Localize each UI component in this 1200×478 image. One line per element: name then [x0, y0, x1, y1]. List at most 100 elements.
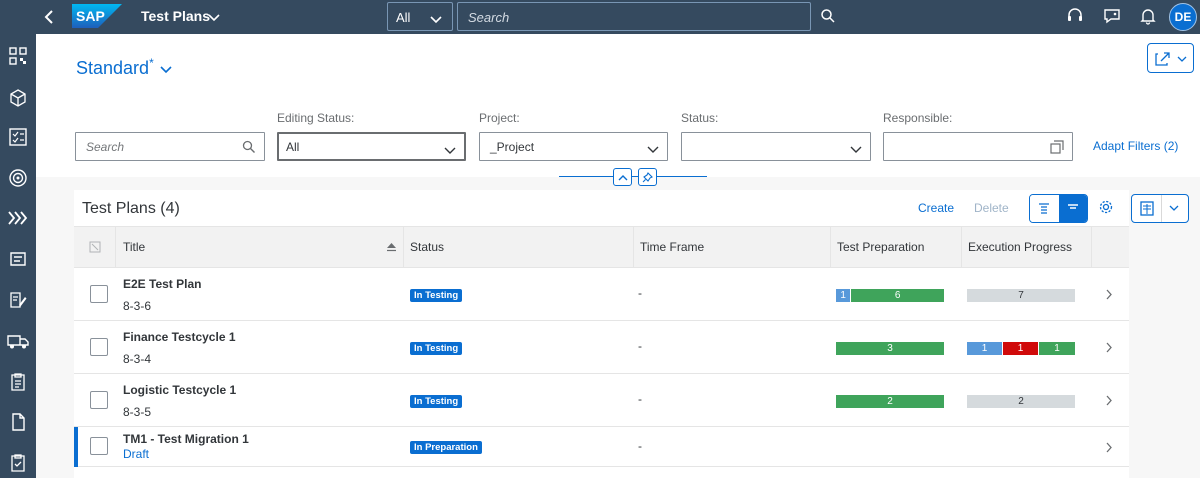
- column-status[interactable]: Status: [404, 227, 634, 267]
- chevron-down-icon: [444, 143, 456, 158]
- value-help-icon[interactable]: [1050, 140, 1064, 157]
- collapse-header-button[interactable]: [613, 168, 632, 186]
- checklist-icon[interactable]: [6, 125, 30, 149]
- table-row[interactable]: Finance Testcycle 1 8-3-4 In Testing -3 1 1 1: [74, 321, 1129, 374]
- prep-bar-segment: 1: [836, 289, 852, 302]
- table-header: Title Status Time Frame Test Preparation…: [74, 226, 1129, 268]
- prep-bar: 16: [836, 289, 944, 302]
- exec-bar: 2: [967, 395, 1075, 408]
- shell-search-input[interactable]: Search: [457, 2, 811, 31]
- row-title: Finance Testcycle 1: [123, 330, 236, 344]
- row-id: 8-3-5: [123, 405, 152, 419]
- share-button[interactable]: [1147, 43, 1194, 73]
- bell-icon[interactable]: [1139, 7, 1157, 28]
- process-chevrons-icon[interactable]: [6, 206, 30, 230]
- chevron-right-icon[interactable]: [1105, 341, 1113, 356]
- time-frame: -: [638, 286, 642, 300]
- export-button[interactable]: [1131, 194, 1189, 223]
- chevron-down-icon: [647, 142, 659, 157]
- prep-bar: 3: [836, 342, 944, 355]
- receipt-icon[interactable]: [6, 247, 30, 271]
- row-checkbox[interactable]: [90, 338, 108, 356]
- pin-icon: [642, 171, 653, 182]
- collapse-rows-button[interactable]: [1058, 195, 1087, 222]
- column-test-preparation[interactable]: Test Preparation: [831, 227, 962, 267]
- exec-bar-segment: 1: [1039, 342, 1075, 355]
- status-badge: In Testing: [410, 342, 463, 355]
- app-title[interactable]: Test Plans: [141, 8, 210, 24]
- row-checkbox[interactable]: [90, 391, 108, 409]
- row-id: 8-3-4: [123, 352, 152, 366]
- chevron-right-icon[interactable]: [1105, 394, 1113, 409]
- table-row[interactable]: E2E Test Plan 8-3-6 In Testing - 1 6 7: [74, 268, 1129, 321]
- back-button[interactable]: [38, 6, 60, 28]
- editing-status-label: Editing Status:: [277, 111, 355, 125]
- project-label: Project:: [479, 111, 520, 125]
- table-row[interactable]: TM1 - Test Migration 1 Draft In Preparatio…: [74, 427, 1129, 467]
- edit-document-icon[interactable]: [6, 288, 30, 312]
- svg-text:SAP: SAP: [76, 8, 105, 24]
- clipboard-icon[interactable]: [6, 370, 30, 394]
- chevron-down-icon[interactable]: [160, 62, 172, 77]
- row-checkbox[interactable]: [90, 437, 108, 455]
- adapt-filters-link[interactable]: Adapt Filters (2): [1093, 139, 1178, 153]
- column-time-frame[interactable]: Time Frame: [634, 227, 831, 267]
- chevron-right-icon[interactable]: [1105, 288, 1113, 303]
- exec-bar: 7: [967, 289, 1075, 302]
- search-icon[interactable]: [820, 8, 836, 27]
- avatar[interactable]: DE: [1169, 3, 1197, 31]
- sap-logo[interactable]: SAP: [72, 4, 122, 28]
- prep-bar-segment: 2: [836, 395, 944, 408]
- draft-link[interactable]: Draft: [123, 447, 149, 461]
- select-all-icon: [89, 241, 100, 253]
- exec-bar-segment: 1: [1003, 342, 1039, 355]
- filter-header: Standard* Editing Status: Project: Statu…: [36, 34, 1200, 186]
- search-icon[interactable]: [242, 140, 256, 157]
- cube-icon[interactable]: [6, 86, 30, 110]
- responsible-label: Responsible:: [883, 111, 953, 125]
- chevron-up-icon: [618, 174, 627, 180]
- pin-header-button[interactable]: [638, 168, 657, 186]
- time-frame: -: [638, 392, 642, 406]
- table-row[interactable]: Logistic Testcycle 1 8-3-5 In Testing - 2 2: [74, 374, 1129, 427]
- time-frame: -: [638, 439, 642, 453]
- editing-status-select[interactable]: All: [277, 132, 466, 161]
- shell-bar: SAP Test Plans All Search DE: [0, 0, 1200, 34]
- exec-bar: 111: [967, 342, 1075, 355]
- search-scope-select[interactable]: All: [387, 2, 453, 31]
- responsible-input[interactable]: [883, 132, 1073, 161]
- chevron-down-icon[interactable]: [208, 10, 220, 25]
- exec-bar-segment: 1: [967, 342, 1003, 355]
- column-execution-progress[interactable]: Execution Progress: [962, 227, 1092, 267]
- select-all-checkbox[interactable]: [74, 227, 116, 267]
- project-select[interactable]: _Project: [479, 132, 668, 161]
- prep-bar: 2: [836, 395, 944, 408]
- exec-bar-segment: 2: [967, 395, 1075, 408]
- target-icon[interactable]: [6, 166, 30, 190]
- chevron-down-icon: [850, 142, 862, 157]
- chevron-down-icon: [430, 12, 442, 27]
- feedback-icon[interactable]: [1103, 7, 1121, 28]
- headset-icon[interactable]: [1066, 7, 1084, 28]
- sort-ascending-icon: [386, 241, 397, 255]
- delete-button[interactable]: Delete: [974, 201, 1009, 215]
- filter-search-input[interactable]: Search: [75, 132, 265, 161]
- qr-grid-icon[interactable]: [6, 44, 30, 68]
- prep-bar-segment: 6: [851, 289, 944, 302]
- collapse-divider: [657, 176, 707, 177]
- chevron-right-icon[interactable]: [1105, 441, 1113, 456]
- document-icon[interactable]: [6, 410, 30, 434]
- status-badge: In Testing: [410, 395, 463, 408]
- status-select[interactable]: [681, 132, 871, 161]
- row-id: 8-3-6: [123, 299, 152, 313]
- clipboard-check-icon[interactable]: [6, 451, 30, 475]
- variant-title[interactable]: Standard*: [76, 56, 154, 79]
- column-title[interactable]: Title: [116, 227, 404, 267]
- expand-rows-button[interactable]: [1030, 195, 1059, 222]
- test-plans-table: Test Plans (4) Create Delete Title Statu…: [74, 190, 1189, 478]
- gear-icon[interactable]: [1098, 199, 1114, 218]
- row-checkbox[interactable]: [90, 285, 108, 303]
- row-title: Logistic Testcycle 1: [123, 383, 237, 397]
- create-button[interactable]: Create: [918, 201, 954, 215]
- truck-icon[interactable]: [6, 329, 30, 353]
